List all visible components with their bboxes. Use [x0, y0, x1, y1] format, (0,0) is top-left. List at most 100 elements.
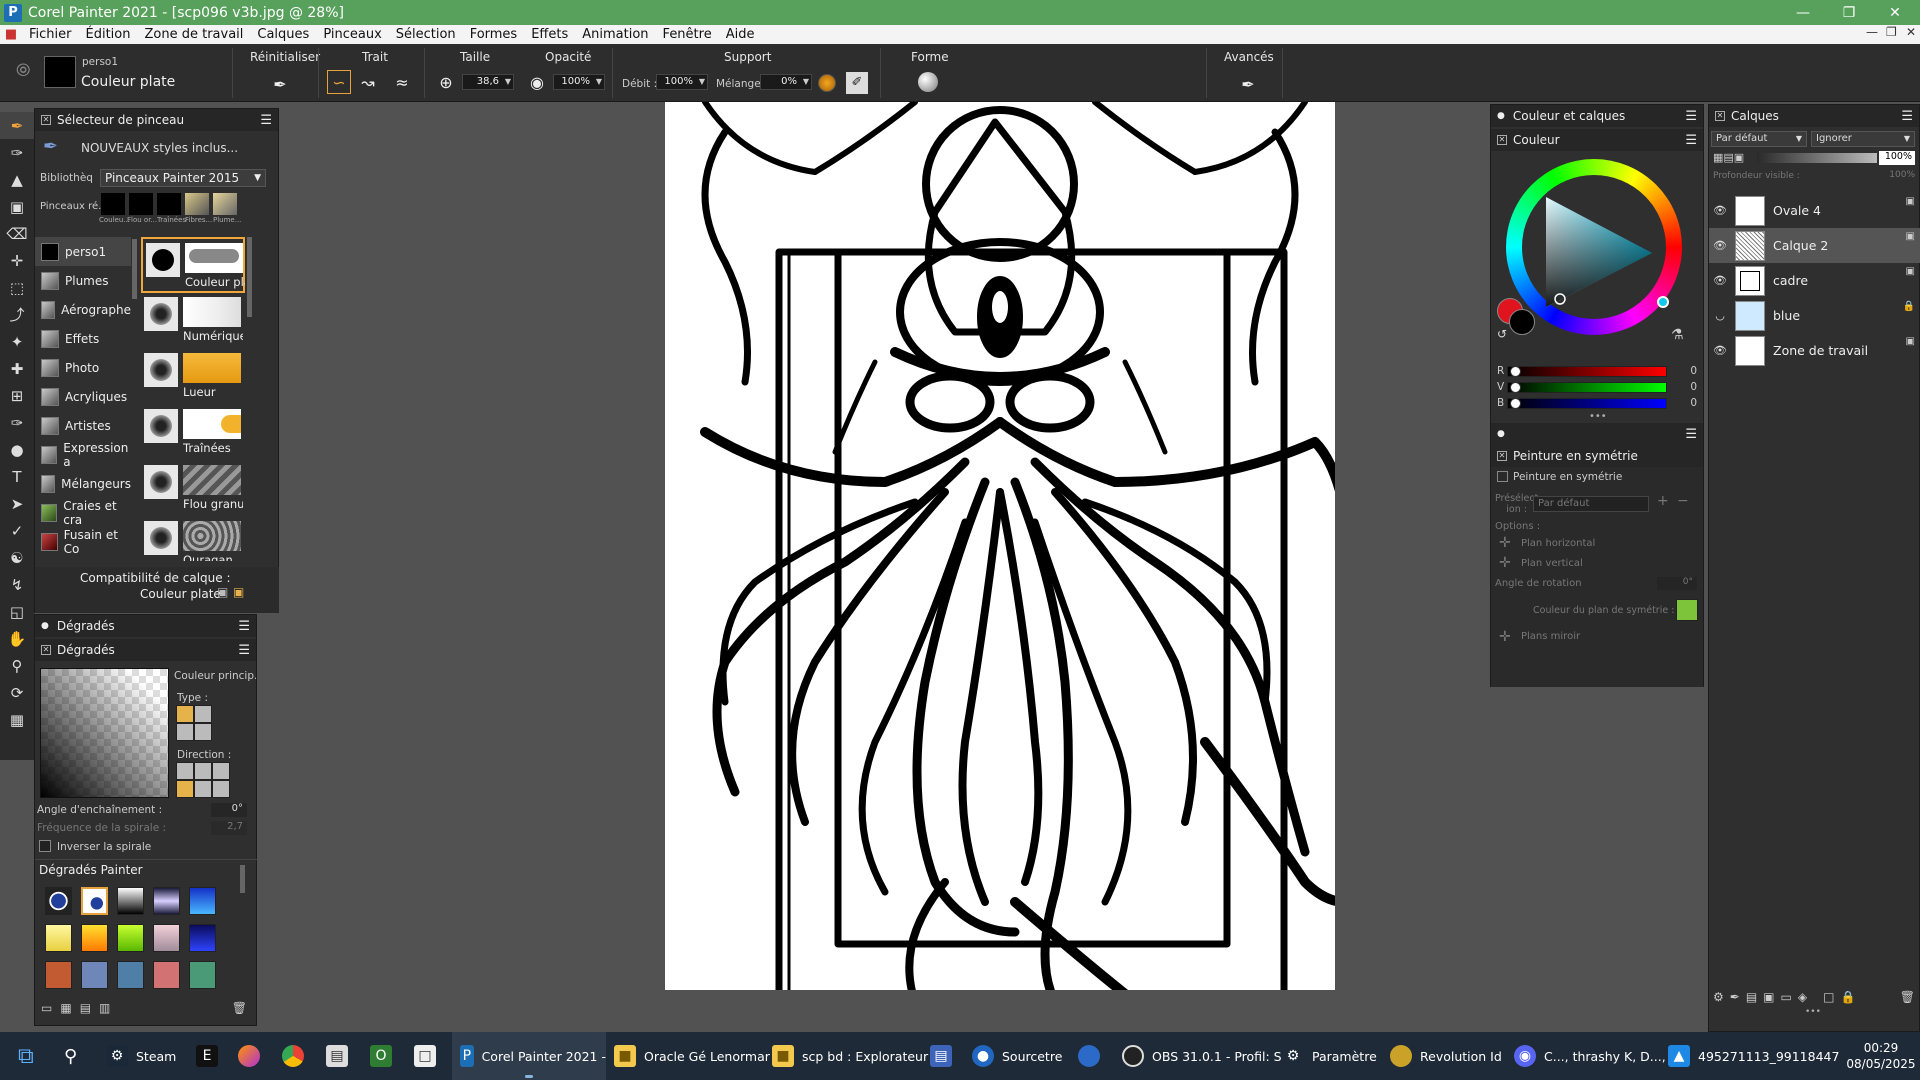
- gradient-swatch[interactable]: [189, 924, 216, 952]
- variant-item[interactable]: Traînées: [141, 405, 245, 461]
- plane-color-chip[interactable]: [1676, 599, 1698, 621]
- variant-item[interactable]: Flou granuleu: [141, 461, 245, 517]
- direction-icon[interactable]: [212, 780, 230, 798]
- flow-field[interactable]: 100% ▼: [656, 74, 708, 90]
- taskbar-revolution-idle[interactable]: Revolution Id: [1390, 1032, 1502, 1080]
- variant-item[interactable]: Numérique lis: [141, 293, 245, 349]
- panel-menu-icon[interactable]: ☰: [238, 619, 250, 634]
- firefox-icon[interactable]: [238, 1032, 268, 1080]
- windows-start-icon[interactable]: ⧉: [18, 1032, 34, 1080]
- new-gradient-icon[interactable]: ▭: [41, 1001, 52, 1015]
- green-value[interactable]: 0: [1675, 381, 1697, 393]
- paint-load-icon[interactable]: [818, 74, 836, 92]
- layer-options-icons[interactable]: ▦▤▣: [1713, 151, 1744, 164]
- menu-aide[interactable]: Aide: [719, 27, 762, 42]
- category-item[interactable]: Expression a: [35, 440, 131, 469]
- taskbar-scp-explorer[interactable]: ■ scp bd : Explorateur: [772, 1032, 928, 1080]
- gradient-swatch[interactable]: [81, 887, 108, 915]
- transform-tool-icon[interactable]: ◱: [0, 598, 34, 625]
- rubber-stamp-tool-icon[interactable]: ☯: [0, 544, 34, 571]
- menu-zone-de-travail[interactable]: Zone de travail: [137, 27, 250, 42]
- recent-brush-2[interactable]: [129, 193, 153, 215]
- word-icon[interactable]: ▤: [930, 1032, 960, 1080]
- layer-opacity-value[interactable]: 100%: [1879, 151, 1915, 165]
- visibility-eye-icon[interactable]: 👁: [1709, 239, 1731, 252]
- eraser-tool-icon[interactable]: ⌫: [0, 220, 34, 247]
- taskbar-sourcetree[interactable]: ● Sourcetre: [972, 1032, 1062, 1080]
- rotate-page-tool-icon[interactable]: ⟳: [0, 679, 34, 706]
- layer-group-icon[interactable]: ▤: [1746, 990, 1757, 1004]
- variant-item[interactable]: Lueur: [141, 349, 245, 405]
- document-icon[interactable]: □: [414, 1032, 444, 1080]
- layer-visibility-options-icon[interactable]: □: [1823, 990, 1834, 1004]
- panel-close-icon[interactable]: ✕: [1715, 111, 1725, 121]
- green-slider[interactable]: [1507, 382, 1667, 393]
- stroke-attributes-icon[interactable]: ≈: [390, 70, 414, 94]
- restore-button[interactable]: ❐: [1826, 0, 1872, 25]
- hidden-eye-icon[interactable]: ◡: [1709, 309, 1731, 322]
- panel-close-icon[interactable]: ✕: [1497, 135, 1507, 145]
- visibility-eye-icon[interactable]: 👁: [1709, 274, 1731, 287]
- direction-icon[interactable]: [212, 762, 230, 780]
- layer-attributes-icon[interactable]: ⚙: [1713, 990, 1724, 1004]
- doc-minimize-button[interactable]: —: [1866, 25, 1878, 39]
- brush-variant-label[interactable]: Couleur plate: [81, 74, 175, 90]
- menu-edition[interactable]: Édition: [79, 27, 138, 42]
- lasso-tool-icon[interactable]: ⤴: [0, 301, 34, 328]
- doc-restore-button[interactable]: ❐: [1886, 25, 1897, 39]
- delete-gradient-icon[interactable]: 🗑: [232, 1001, 247, 1015]
- gradient-library-scrollbar[interactable]: [240, 865, 245, 893]
- gradient-swatch[interactable]: [81, 961, 108, 989]
- recent-brush-5[interactable]: [213, 193, 237, 215]
- dropper-tool-icon[interactable]: ✑: [0, 139, 34, 166]
- lock-layer-icon[interactable]: 🔒: [1840, 990, 1855, 1004]
- gradient-grid-icon[interactable]: ▦: [60, 1001, 71, 1015]
- red-slider[interactable]: [1507, 366, 1667, 377]
- reset-brush-icon[interactable]: ✒: [268, 72, 292, 96]
- radial-type-icon[interactable]: [194, 705, 212, 723]
- menu-fichier[interactable]: Fichier: [22, 27, 79, 42]
- steam-tray-icon[interactable]: [1078, 1032, 1108, 1080]
- grabber-tool-icon[interactable]: ✋: [0, 625, 34, 652]
- category-item[interactable]: Plumes: [35, 266, 131, 295]
- recent-brush-1[interactable]: [101, 193, 125, 215]
- category-item[interactable]: Effets: [35, 324, 131, 353]
- layer-row[interactable]: 👁 cadre ▣: [1709, 263, 1920, 298]
- visibility-eye-icon[interactable]: 👁: [1709, 204, 1731, 217]
- eyedropper-mix-icon[interactable]: ✐: [846, 72, 868, 94]
- red-value[interactable]: 0: [1675, 365, 1697, 377]
- blue-slider[interactable]: [1507, 398, 1667, 409]
- size-field[interactable]: 38,6 ▼: [462, 74, 514, 90]
- visibility-eye-icon[interactable]: 👁: [1709, 344, 1731, 357]
- blend-mode-dropdown[interactable]: Par défaut ▼: [1711, 131, 1807, 147]
- more-options-icon[interactable]: •••: [1589, 411, 1607, 422]
- epic-games-icon[interactable]: E: [196, 1032, 226, 1080]
- close-button[interactable]: ✕: [1872, 0, 1918, 25]
- promo-row[interactable]: ✒ NOUVEAUX styles inclus...: [35, 131, 278, 165]
- fill-tool-icon[interactable]: ▲: [0, 166, 34, 193]
- pen-tool-icon[interactable]: ✑: [0, 409, 34, 436]
- dab-shape-icon[interactable]: [918, 72, 938, 92]
- layer-row[interactable]: 👁 Calque 2 ▣: [1709, 228, 1920, 263]
- menu-selection[interactable]: Sélection: [389, 27, 463, 42]
- gradient-angle-value[interactable]: 0°: [211, 803, 247, 817]
- dynamic-plugins-icon[interactable]: ✒: [1730, 990, 1740, 1004]
- magnifier-tool-icon[interactable]: ⚲: [0, 652, 34, 679]
- panel-menu-icon[interactable]: ☰: [238, 643, 250, 658]
- swap-colors-icon[interactable]: ↺: [1497, 327, 1507, 341]
- crop-tool-icon[interactable]: ⊞: [0, 382, 34, 409]
- gradient-swatch[interactable]: [117, 961, 144, 989]
- taskbar-steam[interactable]: ⚙ Steam: [106, 1032, 176, 1080]
- recent-brush-4[interactable]: [185, 193, 209, 215]
- symmetry-preset-dropdown[interactable]: Par défaut: [1533, 496, 1649, 512]
- category-item[interactable]: Aérographe: [35, 295, 131, 324]
- gradient-swatch[interactable]: [153, 961, 180, 989]
- menu-calques[interactable]: Calques: [250, 27, 316, 42]
- advanced-brush-icon[interactable]: ✒: [1236, 72, 1260, 96]
- magic-wand-tool-icon[interactable]: ✦: [0, 328, 34, 355]
- category-item[interactable]: perso1: [35, 237, 131, 266]
- menu-pinceaux[interactable]: Pinceaux: [316, 27, 388, 42]
- recent-brush-3[interactable]: [157, 193, 181, 215]
- minimize-button[interactable]: —: [1780, 0, 1826, 25]
- divine-proportion-tool-icon[interactable]: ↯: [0, 571, 34, 598]
